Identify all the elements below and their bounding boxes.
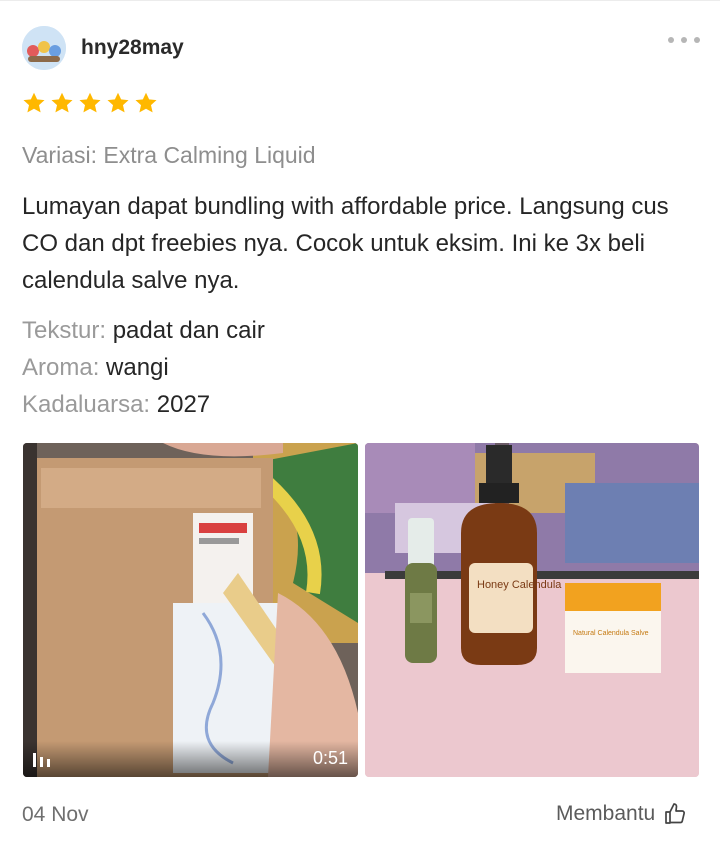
star-icon (51, 92, 73, 113)
product-photo-image: Honey Calendula Natural Calendula Salve (365, 443, 699, 777)
video-duration: 0:51 (312, 748, 348, 768)
attribute-key: Aroma: (22, 354, 100, 381)
review-text: Lumayan dapat bundling with affordable p… (22, 193, 669, 294)
video-bars-icon (33, 753, 50, 767)
review-photo-thumbnail[interactable]: Honey Calendula Natural Calendula Salve (365, 443, 699, 777)
attribute-key: Kadaluarsa: (22, 391, 151, 418)
rating-stars (21, 90, 159, 116)
video-frame-image (23, 443, 358, 777)
attribute-value: 2027 (156, 391, 211, 418)
attribute-value: wangi (106, 354, 169, 381)
more-options-icon[interactable] (664, 30, 704, 50)
star-icon (79, 92, 101, 113)
helpful-label: Membantu (556, 802, 656, 825)
star-icon (135, 92, 157, 113)
attribute-key: Tekstur: (22, 317, 107, 344)
star-icon (107, 92, 129, 113)
attribute-value: padat dan cair (112, 317, 265, 344)
thumbs-up-icon (665, 803, 686, 824)
review-video-thumbnail[interactable]: 0:51 (23, 443, 358, 777)
product-variation: Variasi: Extra Calming Liquid (22, 142, 316, 168)
bottle-label: Honey Calendula (477, 579, 562, 591)
top-divider (0, 0, 720, 1)
box-label: Natural Calendula Salve (573, 630, 649, 637)
helpful-button[interactable]: Membantu (556, 800, 687, 828)
attribute-texture: Tekstur: padat dan cair (22, 317, 265, 345)
star-icon (23, 92, 45, 113)
review-date: 04 Nov (22, 803, 89, 826)
attribute-expiry: Kadaluarsa: 2027 (22, 391, 210, 419)
video-overlay (23, 741, 358, 777)
avatar[interactable] (22, 26, 66, 70)
attribute-aroma: Aroma: wangi (22, 354, 169, 382)
username[interactable]: hny28may (81, 36, 184, 60)
